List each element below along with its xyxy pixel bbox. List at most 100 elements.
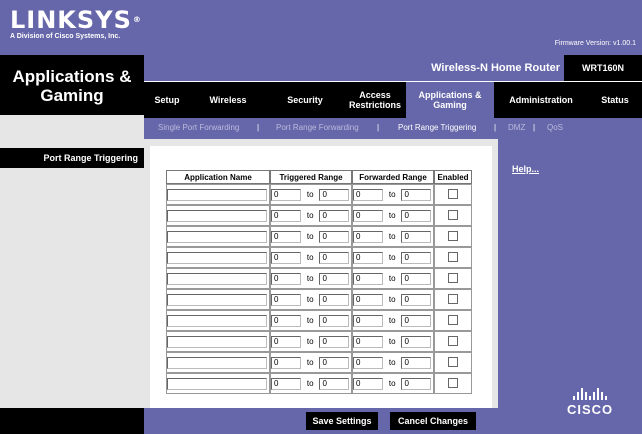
tab-label: Gaming bbox=[433, 100, 467, 110]
triggered-start-input[interactable] bbox=[271, 356, 301, 369]
application-name-input[interactable] bbox=[167, 272, 267, 285]
triggered-start-input[interactable] bbox=[271, 314, 301, 327]
application-name-input[interactable] bbox=[167, 293, 267, 306]
cell-forwarded-range: to bbox=[352, 352, 434, 373]
forwarded-start-input[interactable] bbox=[353, 251, 383, 264]
forwarded-end-input[interactable] bbox=[401, 230, 432, 243]
forwarded-end-input[interactable] bbox=[401, 272, 432, 285]
tab-wireless[interactable]: Wireless bbox=[190, 82, 266, 118]
forwarded-start-input[interactable] bbox=[353, 356, 383, 369]
forwarded-start-input[interactable] bbox=[353, 377, 383, 390]
to-label: to bbox=[388, 316, 396, 325]
forwarded-start-input[interactable] bbox=[353, 188, 383, 201]
forwarded-end-input[interactable] bbox=[401, 188, 432, 201]
cisco-wordmark: CISCO bbox=[567, 402, 614, 417]
triggered-end-input[interactable] bbox=[319, 335, 350, 348]
forwarded-start-input[interactable] bbox=[353, 293, 383, 306]
forwarded-start-input[interactable] bbox=[353, 230, 383, 243]
forwarded-end-input[interactable] bbox=[401, 377, 432, 390]
application-name-input[interactable] bbox=[167, 188, 267, 201]
subtab-single-port-forwarding[interactable]: Single Port Forwarding bbox=[158, 123, 239, 132]
triggered-end-input[interactable] bbox=[319, 230, 350, 243]
triggered-end-input[interactable] bbox=[319, 251, 350, 264]
triggered-end-input[interactable] bbox=[319, 293, 350, 306]
cisco-logo: CISCO bbox=[567, 388, 613, 417]
cell-forwarded-range: to bbox=[352, 247, 434, 268]
table-row: to to bbox=[166, 331, 472, 352]
triggered-end-input[interactable] bbox=[319, 188, 350, 201]
to-label: to bbox=[388, 379, 396, 388]
tab-label: Administration bbox=[509, 95, 573, 105]
forwarded-start-input[interactable] bbox=[353, 272, 383, 285]
subtab-qos[interactable]: QoS bbox=[547, 123, 563, 132]
enabled-checkbox[interactable] bbox=[448, 272, 458, 283]
tab-label: Setup bbox=[154, 95, 180, 105]
triggered-start-input[interactable] bbox=[271, 335, 301, 348]
help-link[interactable]: Help... bbox=[512, 164, 539, 174]
triggered-start-input[interactable] bbox=[271, 188, 301, 201]
forwarded-end-input[interactable] bbox=[401, 209, 432, 222]
application-name-input[interactable] bbox=[167, 377, 267, 390]
to-label: to bbox=[306, 274, 314, 283]
enabled-checkbox[interactable] bbox=[448, 209, 458, 220]
forwarded-end-input[interactable] bbox=[401, 314, 432, 327]
subtab-port-range-forwarding[interactable]: Port Range Forwarding bbox=[276, 123, 359, 132]
to-label: to bbox=[388, 211, 396, 220]
tab-status[interactable]: Status bbox=[588, 82, 642, 118]
enabled-checkbox[interactable] bbox=[448, 314, 458, 325]
forwarded-start-input[interactable] bbox=[353, 209, 383, 222]
subtab-dmz[interactable]: DMZ bbox=[508, 123, 525, 132]
table-row: to to bbox=[166, 373, 472, 394]
to-label: to bbox=[306, 358, 314, 367]
enabled-checkbox[interactable] bbox=[448, 230, 458, 241]
triggered-start-input[interactable] bbox=[271, 251, 301, 264]
enabled-checkbox[interactable] bbox=[448, 293, 458, 304]
top-header: LINKSYS® A Division of Cisco Systems, In… bbox=[0, 0, 642, 55]
enabled-checkbox[interactable] bbox=[448, 188, 458, 199]
cell-enabled bbox=[434, 226, 472, 247]
save-settings-button[interactable]: Save Settings bbox=[306, 412, 378, 430]
enabled-checkbox[interactable] bbox=[448, 377, 458, 388]
tab-security[interactable]: Security bbox=[266, 82, 344, 118]
forwarded-end-input[interactable] bbox=[401, 356, 432, 369]
enabled-checkbox[interactable] bbox=[448, 251, 458, 262]
triggered-start-input[interactable] bbox=[271, 230, 301, 243]
cell-triggered-range: to bbox=[270, 184, 352, 205]
cell-enabled bbox=[434, 289, 472, 310]
triggered-start-input[interactable] bbox=[271, 377, 301, 390]
application-name-input[interactable] bbox=[167, 356, 267, 369]
forwarded-end-input[interactable] bbox=[401, 335, 432, 348]
enabled-checkbox[interactable] bbox=[448, 335, 458, 346]
tab-setup[interactable]: Setup bbox=[144, 82, 190, 118]
triggered-start-input[interactable] bbox=[271, 272, 301, 285]
cell-forwarded-range: to bbox=[352, 226, 434, 247]
forwarded-start-input[interactable] bbox=[353, 335, 383, 348]
application-name-input[interactable] bbox=[167, 209, 267, 222]
triggered-end-input[interactable] bbox=[319, 377, 350, 390]
triggered-start-input[interactable] bbox=[271, 209, 301, 222]
forwarded-end-input[interactable] bbox=[401, 293, 432, 306]
application-name-input[interactable] bbox=[167, 251, 267, 264]
tab-administration[interactable]: Administration bbox=[494, 82, 588, 118]
cell-application-name bbox=[166, 184, 270, 205]
cell-triggered-range: to bbox=[270, 373, 352, 394]
application-name-input[interactable] bbox=[167, 335, 267, 348]
cancel-changes-button[interactable]: Cancel Changes bbox=[390, 412, 476, 430]
cell-enabled bbox=[434, 247, 472, 268]
cell-enabled bbox=[434, 310, 472, 331]
enabled-checkbox[interactable] bbox=[448, 356, 458, 367]
table-row: to to bbox=[166, 310, 472, 331]
triggered-end-input[interactable] bbox=[319, 209, 350, 222]
tab-access-restrictions[interactable]: Access Restrictions bbox=[344, 82, 406, 118]
application-name-input[interactable] bbox=[167, 230, 267, 243]
application-name-input[interactable] bbox=[167, 314, 267, 327]
subtab-port-range-triggering[interactable]: Port Range Triggering bbox=[398, 123, 476, 132]
triggered-end-input[interactable] bbox=[319, 272, 350, 285]
triggered-end-input[interactable] bbox=[319, 356, 350, 369]
triggered-start-input[interactable] bbox=[271, 293, 301, 306]
page-title-line1: Applications & bbox=[12, 67, 132, 86]
triggered-end-input[interactable] bbox=[319, 314, 350, 327]
forwarded-start-input[interactable] bbox=[353, 314, 383, 327]
tab-applications-gaming[interactable]: Applications & Gaming bbox=[406, 82, 494, 118]
forwarded-end-input[interactable] bbox=[401, 251, 432, 264]
